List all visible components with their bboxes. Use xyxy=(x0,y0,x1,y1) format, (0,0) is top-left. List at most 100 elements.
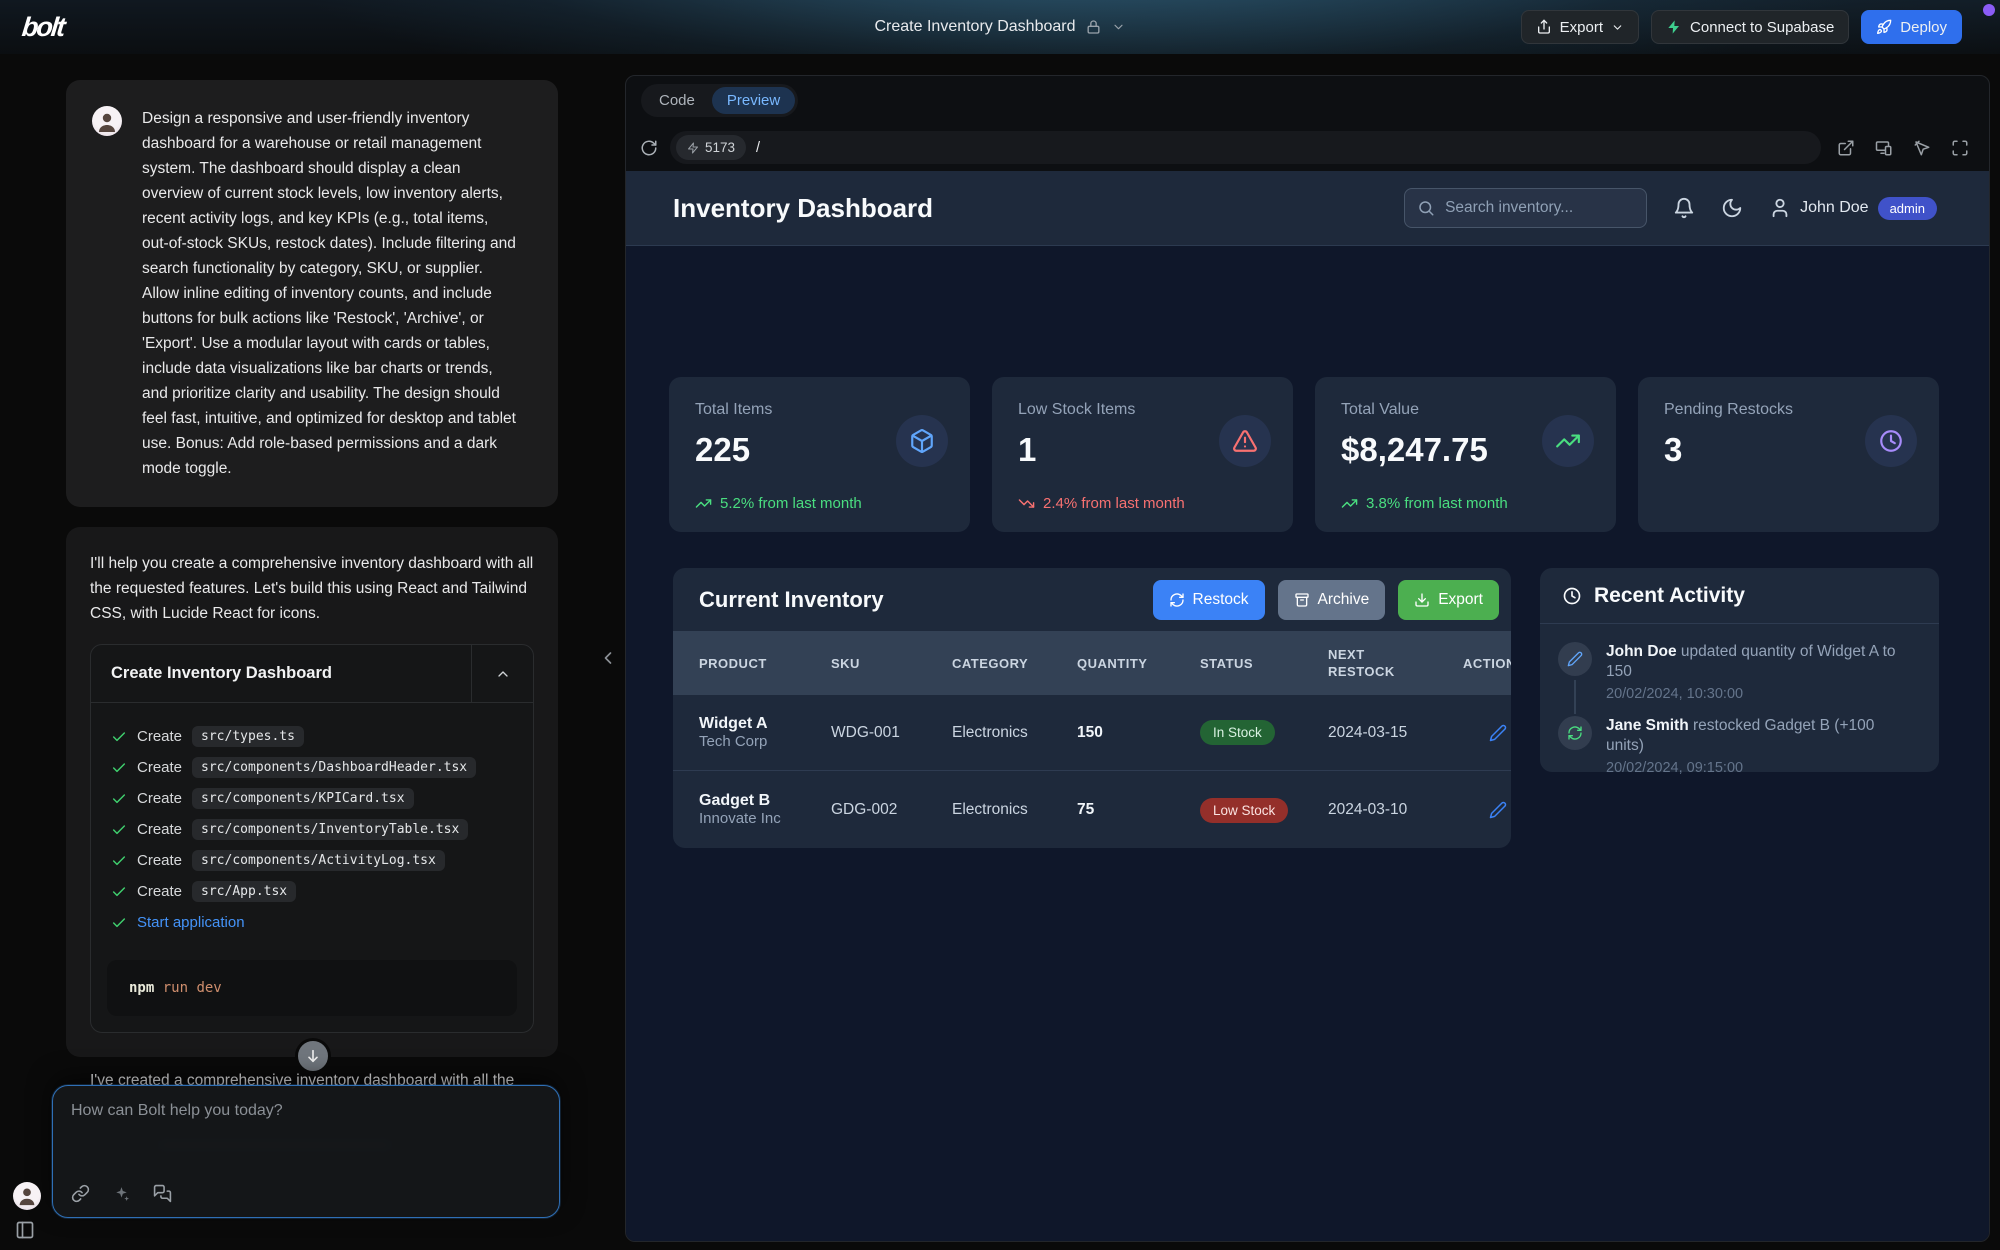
start-application-link[interactable]: Start application xyxy=(137,914,245,931)
step-file[interactable]: src/components/DashboardHeader.tsx xyxy=(192,757,476,778)
user-avatar xyxy=(92,106,122,136)
url-path: / xyxy=(756,140,760,156)
activity-header: Recent Activity xyxy=(1540,568,1939,624)
export-csv-button[interactable]: Export xyxy=(1398,580,1499,620)
attach-link-icon[interactable] xyxy=(71,1184,90,1203)
step-file[interactable]: src/types.ts xyxy=(192,726,304,747)
step-action: Create xyxy=(137,728,182,745)
restock-date-cell: 2024-03-10 xyxy=(1328,801,1463,819)
chat-input-box[interactable] xyxy=(52,1085,560,1218)
view-tabs: Code Preview xyxy=(641,84,798,117)
activity-actor: John Doe xyxy=(1606,643,1677,660)
recent-activity-card: Recent Activity John Doe updated quantit… xyxy=(1540,568,1939,772)
trending-up-icon xyxy=(1542,415,1594,467)
activity-item: Jane Smith restocked Gadget B (+100 unit… xyxy=(1558,716,1916,776)
column-header: NEXT RESTOCK xyxy=(1328,646,1428,680)
terminal-command: npm run dev xyxy=(107,960,517,1016)
archive-button[interactable]: Archive xyxy=(1278,580,1386,620)
collapse-artifact-button[interactable] xyxy=(471,645,533,702)
category-cell: Electronics xyxy=(952,724,1077,742)
dashboard-header-actions: John Doe admin xyxy=(1404,188,1937,228)
tab-code[interactable]: Code xyxy=(644,87,710,114)
kpi-label: Total Value xyxy=(1341,401,1592,419)
activity-actor: Jane Smith xyxy=(1606,717,1689,734)
category-cell: Electronics xyxy=(952,801,1077,819)
artifact-step: Create src/App.tsx xyxy=(111,876,513,907)
command-args: run dev xyxy=(154,980,221,996)
status-badge: Low Stock xyxy=(1200,798,1288,823)
connect-label: Connect to Supabase xyxy=(1690,19,1834,36)
connect-supabase-button[interactable]: Connect to Supabase xyxy=(1651,10,1849,44)
kpi-card-total-value: Total Value $8,247.75 3.8% from last mon… xyxy=(1315,377,1616,532)
edit-pencil-icon[interactable] xyxy=(1489,724,1511,742)
port-pill[interactable]: 5173 xyxy=(676,135,746,160)
restock-date-cell: 2024-03-15 xyxy=(1328,724,1463,742)
notifications-bell-icon[interactable] xyxy=(1673,197,1695,219)
artifact-title: Create Inventory Dashboard xyxy=(91,645,471,702)
alert-triangle-icon xyxy=(1219,415,1271,467)
dark-mode-moon-icon[interactable] xyxy=(1721,197,1743,219)
quantity-cell[interactable]: 150 xyxy=(1077,724,1200,742)
export-button[interactable]: Export xyxy=(1521,10,1639,44)
step-file[interactable]: src/components/ActivityLog.tsx xyxy=(192,850,445,871)
column-header: CATEGORY xyxy=(952,655,1077,672)
check-icon xyxy=(111,884,127,900)
artifact-header: Create Inventory Dashboard xyxy=(91,645,533,703)
column-header: PRODUCT xyxy=(699,655,831,672)
step-action: Create xyxy=(137,821,182,838)
edit-pencil-icon[interactable] xyxy=(1489,801,1511,819)
open-external-icon[interactable] xyxy=(1837,139,1855,157)
inventory-title: Current Inventory xyxy=(699,587,1140,613)
table-row[interactable]: Gadget BInnovate Inc GDG-002 Electronics… xyxy=(673,772,1511,848)
responsive-devices-icon[interactable] xyxy=(1875,139,1893,157)
fullscreen-icon[interactable] xyxy=(1951,139,1969,157)
collapse-chat-chevron[interactable] xyxy=(598,648,618,668)
command-prefix: npm xyxy=(129,980,154,996)
product-supplier: Innovate Inc xyxy=(699,810,781,827)
product-name: Widget A xyxy=(699,715,768,732)
step-action: Create xyxy=(137,883,182,900)
quantity-cell[interactable]: 75 xyxy=(1077,801,1200,819)
status-dot xyxy=(1983,4,1995,16)
check-icon xyxy=(111,729,127,745)
account-avatar[interactable] xyxy=(13,1182,41,1210)
deploy-button[interactable]: Deploy xyxy=(1861,10,1962,44)
export-label: Export xyxy=(1560,19,1603,36)
kpi-delta: 5.2% from last month xyxy=(695,495,862,512)
inventory-search-input[interactable] xyxy=(1445,199,1634,217)
tab-preview[interactable]: Preview xyxy=(712,87,795,114)
chat-input[interactable] xyxy=(71,1102,541,1120)
refresh-icon xyxy=(1169,592,1185,608)
check-icon xyxy=(111,822,127,838)
preview-browser-bar: 5173 / xyxy=(626,124,1989,171)
activity-text: John Doe updated quantity of Widget A to… xyxy=(1606,642,1916,682)
inspector-cursor-icon[interactable] xyxy=(1913,139,1931,157)
reload-icon[interactable] xyxy=(640,139,658,157)
scroll-down-button[interactable] xyxy=(295,1038,331,1074)
activity-text: Jane Smith restocked Gadget B (+100 unit… xyxy=(1606,716,1916,756)
user-menu[interactable]: John Doe admin xyxy=(1769,197,1937,220)
step-file[interactable]: src/components/InventoryTable.tsx xyxy=(192,819,468,840)
activity-timestamp: 20/02/2024, 10:30:00 xyxy=(1606,686,1916,702)
step-action: Create xyxy=(137,790,182,807)
kpi-delta: 3.8% from last month xyxy=(1341,495,1508,512)
discuss-chat-icon[interactable] xyxy=(153,1184,172,1203)
artifact-step: Create src/types.ts xyxy=(111,721,513,752)
step-file[interactable]: src/App.tsx xyxy=(192,881,296,902)
inventory-search-box[interactable] xyxy=(1404,188,1647,228)
enhance-sparkles-icon[interactable] xyxy=(112,1184,131,1203)
chat-panel: Design a responsive and user-friendly in… xyxy=(0,54,625,1250)
refresh-icon xyxy=(1558,716,1592,750)
artifact-card: Create Inventory Dashboard Create src/ty… xyxy=(90,644,534,1033)
restock-button[interactable]: Restock xyxy=(1153,580,1265,620)
download-icon xyxy=(1414,592,1430,608)
bolt-logo[interactable]: bolt xyxy=(20,12,65,43)
toggle-sidebar-icon[interactable] xyxy=(15,1220,35,1240)
address-bar[interactable]: 5173 / xyxy=(670,131,1821,164)
project-title-menu[interactable]: Create Inventory Dashboard xyxy=(875,0,1126,54)
project-title: Create Inventory Dashboard xyxy=(875,18,1076,36)
user-name: John Doe xyxy=(1800,199,1869,217)
activity-item: John Doe updated quantity of Widget A to… xyxy=(1558,642,1916,702)
table-row[interactable]: Widget ATech Corp WDG-001 Electronics 15… xyxy=(673,695,1511,771)
step-file[interactable]: src/components/KPICard.tsx xyxy=(192,788,414,809)
